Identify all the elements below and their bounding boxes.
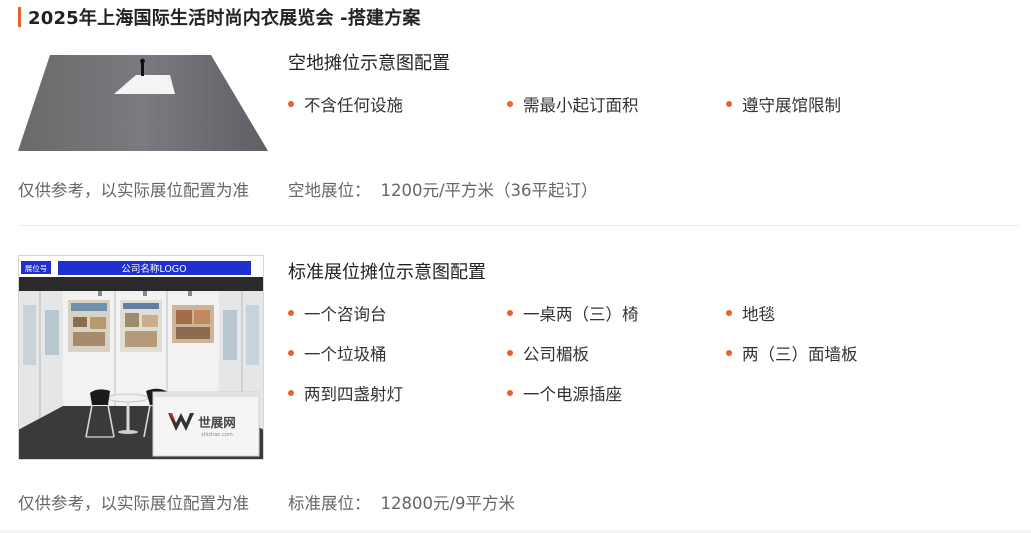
- raw-space-price: 空地展位： 1200元/平方米（36平起订）: [288, 177, 598, 201]
- feature-item: 一个咨询台: [288, 301, 387, 325]
- bullet-dot-icon: [288, 310, 294, 316]
- feature-label: 需最小起订面积: [523, 96, 639, 115]
- feature-item: 遵守展馆限制: [726, 92, 841, 116]
- bullet-dot-icon: [726, 101, 732, 107]
- feature-label: 两（三）面墙板: [742, 345, 858, 364]
- feature-item: 两到四盏射灯: [288, 381, 403, 405]
- standard-booth-image: 展位号 公司名称LOGO 世展网 shizhan.com: [18, 255, 264, 460]
- feature-item: 不含任何设施: [288, 92, 403, 116]
- bullet-dot-icon: [507, 310, 513, 316]
- section-divider: [18, 225, 1019, 226]
- feature-label: 遵守展馆限制: [742, 96, 841, 115]
- fascia-company-logo-text: 公司名称LOGO: [121, 263, 186, 275]
- feature-item: 两（三）面墙板: [726, 341, 858, 365]
- reference-note: 仅供参考，以实际展位配置为准: [18, 494, 249, 513]
- reference-note: 仅供参考，以实际展位配置为准: [18, 181, 249, 200]
- feature-label: 地毯: [742, 305, 775, 324]
- raw-space-booth-image: [18, 55, 268, 151]
- price-value: 12800元/9平方米: [380, 494, 516, 513]
- feature-item: 需最小起订面积: [507, 92, 639, 116]
- header-accent-bar: [18, 7, 21, 27]
- bullet-dot-icon: [507, 350, 513, 356]
- feature-item: 一桌两（三）椅: [507, 301, 639, 325]
- section-header: 2025年上海国际生活时尚内衣展览会 -搭建方案: [18, 6, 421, 29]
- feature-item: 一个垃圾桶: [288, 341, 387, 365]
- bullet-dot-icon: [507, 101, 513, 107]
- feature-label: 不含任何设施: [304, 96, 403, 115]
- standard-booth-title: 标准展位摊位示意图配置: [288, 262, 486, 283]
- feature-label: 一个咨询台: [304, 305, 387, 324]
- feature-label: 一桌两（三）椅: [523, 305, 639, 324]
- raw-space-title: 空地摊位示意图配置: [288, 53, 450, 74]
- feature-label: 一个垃圾桶: [304, 345, 387, 364]
- bullet-dot-icon: [288, 101, 294, 107]
- feature-item: 一个电源插座: [507, 381, 622, 405]
- bullet-dot-icon: [288, 350, 294, 356]
- bullet-dot-icon: [726, 310, 732, 316]
- desk-logo-text: 世展网: [198, 415, 236, 430]
- price-label: 空地展位：: [288, 181, 371, 200]
- bullet-dot-icon: [507, 390, 513, 396]
- price-label: 标准展位：: [288, 494, 371, 513]
- standard-booth-price: 标准展位： 12800元/9平方米: [288, 490, 515, 514]
- feature-label: 两到四盏射灯: [304, 385, 403, 404]
- price-value: 1200元/平方米（36平起订）: [380, 181, 598, 200]
- feature-item: 公司楣板: [507, 341, 589, 365]
- raw-space-floor-illustration: [18, 55, 268, 151]
- bullet-dot-icon: [726, 350, 732, 356]
- booth-number-label: 展位号: [25, 263, 48, 273]
- bullet-dot-icon: [288, 390, 294, 396]
- feature-label: 一个电源插座: [523, 385, 622, 404]
- desk-logo-subtext: shizhan.com: [201, 432, 233, 438]
- page-title: 2025年上海国际生活时尚内衣展览会 -搭建方案: [28, 8, 421, 29]
- feature-item: 地毯: [726, 301, 775, 325]
- standard-booth-photo: 展位号 公司名称LOGO 世展网 shizhan.com: [18, 255, 264, 460]
- feature-label: 公司楣板: [523, 345, 589, 364]
